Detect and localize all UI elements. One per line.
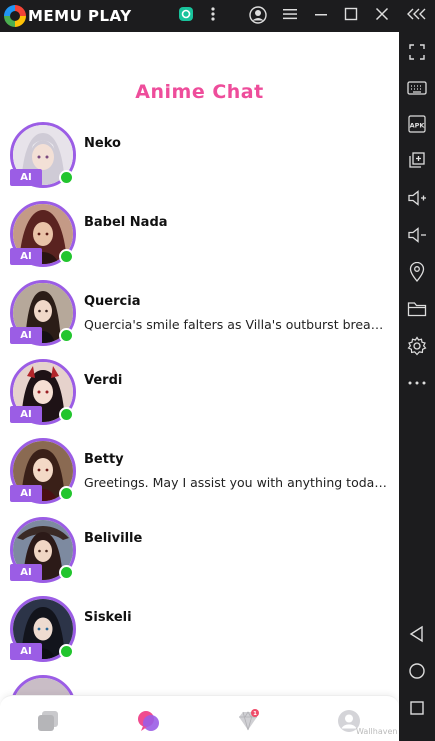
chat-list: AI Neko AI Babel Nada AI Quercia Quercia… xyxy=(0,120,399,741)
chat-item[interactable]: AI Siskeli xyxy=(0,594,399,673)
menu-icon[interactable] xyxy=(282,6,298,26)
fullscreen-icon[interactable] xyxy=(405,40,429,64)
online-status-dot xyxy=(59,170,74,185)
more-vertical-icon[interactable] xyxy=(207,6,219,26)
diamond-icon[interactable]: 1 xyxy=(235,708,261,734)
ai-badge: AI xyxy=(10,643,42,660)
avatar: AI xyxy=(10,596,76,662)
assistant-icon[interactable] xyxy=(178,6,194,26)
diamond-badge-count: 1 xyxy=(253,711,257,717)
chat-last-message: Quercia's smile falters as Villa's outbu… xyxy=(84,317,388,332)
minimize-icon[interactable] xyxy=(313,6,329,26)
multi-window-icon[interactable] xyxy=(405,148,429,172)
avatar: AI xyxy=(10,122,76,188)
back-icon[interactable] xyxy=(405,622,429,646)
online-status-dot xyxy=(59,565,74,580)
ai-badge: AI xyxy=(10,485,42,502)
online-status-dot xyxy=(59,486,74,501)
online-status-dot xyxy=(59,249,74,264)
chat-item[interactable]: AI Betty Greetings. May I assist you wit… xyxy=(0,436,399,515)
memu-logo-icon xyxy=(4,5,26,27)
avatar: AI xyxy=(10,280,76,346)
apk-label: APK xyxy=(410,122,426,130)
chat-name: Babel Nada xyxy=(84,215,168,230)
ai-badge: AI xyxy=(10,248,42,265)
chat-name: Neko xyxy=(84,136,121,151)
chat-item[interactable]: AI Quercia Quercia's smile falters as Vi… xyxy=(0,278,399,357)
watermark: Wallhaven xyxy=(356,727,398,736)
emulator-sidebar: APK xyxy=(399,32,435,741)
chat-last-message: Greetings. May I assist you with anythin… xyxy=(84,475,388,490)
online-status-dot xyxy=(59,644,74,659)
chat-name: Betty xyxy=(84,452,124,467)
ai-badge: AI xyxy=(10,564,42,581)
location-icon[interactable] xyxy=(405,260,429,284)
online-status-dot xyxy=(59,407,74,422)
close-icon[interactable] xyxy=(374,6,390,26)
keyboard-icon[interactable] xyxy=(405,76,429,100)
chat-icon[interactable] xyxy=(136,708,162,734)
home-icon[interactable] xyxy=(405,659,429,683)
chat-name: Siskeli xyxy=(84,610,132,625)
chat-item[interactable]: AI Beliville xyxy=(0,515,399,594)
apk-icon[interactable]: APK xyxy=(405,112,429,136)
avatar: AI xyxy=(10,517,76,583)
chat-item[interactable]: AI Neko xyxy=(0,120,399,199)
chat-name: Quercia xyxy=(84,294,141,309)
chat-item[interactable]: AI Babel Nada xyxy=(0,199,399,278)
ai-badge: AI xyxy=(10,327,42,344)
recent-apps-icon[interactable] xyxy=(405,696,429,720)
bottom-navigation: 1 xyxy=(0,695,399,741)
online-status-dot xyxy=(59,328,74,343)
cards-icon[interactable] xyxy=(35,708,61,734)
ai-badge: AI xyxy=(10,169,42,186)
settings-icon[interactable] xyxy=(405,334,429,358)
ai-badge: AI xyxy=(10,406,42,423)
chat-item[interactable]: AI Verdi xyxy=(0,357,399,436)
collapse-sidebar-icon[interactable] xyxy=(406,6,428,26)
chat-name: Beliville xyxy=(84,531,143,546)
volume-down-icon[interactable] xyxy=(405,223,429,247)
account-icon[interactable] xyxy=(249,6,267,26)
app-screen: Anime Chat AI Neko AI Babel Nada AI Quer… xyxy=(0,32,399,741)
chat-name: Verdi xyxy=(84,373,123,388)
more-icon[interactable] xyxy=(405,371,429,395)
volume-up-icon[interactable] xyxy=(405,186,429,210)
maximize-icon[interactable] xyxy=(343,6,359,26)
avatar: AI xyxy=(10,359,76,425)
emulator-title-bar: MEMU PLAY xyxy=(0,0,435,32)
page-title: Anime Chat xyxy=(135,81,264,103)
folder-icon[interactable] xyxy=(405,297,429,321)
avatar: AI xyxy=(10,201,76,267)
brand-title: MEMU PLAY xyxy=(28,7,132,25)
avatar: AI xyxy=(10,438,76,504)
